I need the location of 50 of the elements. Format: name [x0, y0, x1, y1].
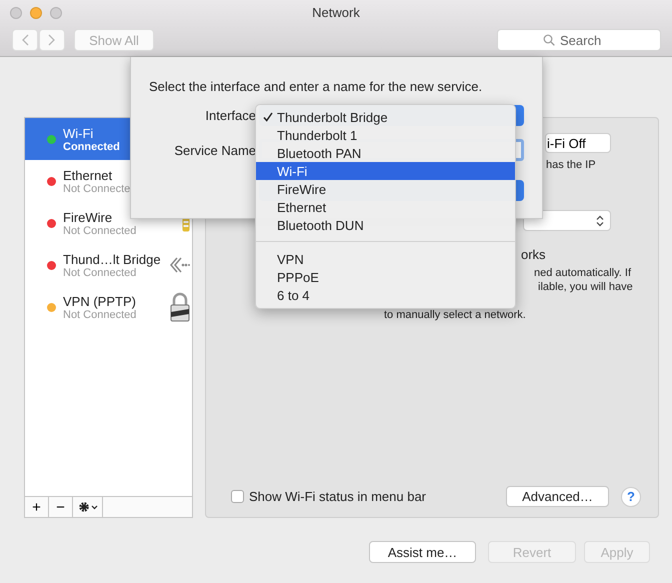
- gear-icon: [78, 501, 98, 513]
- wifi-off-button[interactable]: i-Fi Off: [545, 133, 611, 153]
- service-status: Not Connected: [63, 308, 136, 320]
- service-name: FireWire: [63, 210, 114, 224]
- sheet-prompt: Select the interface and enter a name for the new service.: [148, 78, 484, 94]
- menu-item[interactable]: Thunderbolt 1: [256, 126, 515, 144]
- menu-item[interactable]: FireWire: [256, 180, 515, 198]
- footer-button[interactable]: Assist me…: [369, 541, 476, 563]
- forward-button[interactable]: [39, 29, 65, 51]
- menu-item[interactable]: 6 to 4: [256, 286, 515, 304]
- service-item[interactable]: Thund…lt Bridge Not Connected: [25, 244, 192, 286]
- search-icon: [543, 34, 555, 46]
- chevrons-icon: [596, 214, 604, 226]
- network-popup[interactable]: [523, 210, 611, 231]
- lock-icon: [170, 292, 190, 322]
- minimize-button[interactable]: [30, 7, 42, 19]
- checkbox[interactable]: [231, 490, 244, 503]
- chevron-left-icon: [21, 34, 29, 46]
- service-name: VPN (PPTP): [63, 294, 136, 308]
- advanced-button[interactable]: Advanced…: [506, 486, 609, 507]
- checkmark-icon: [262, 112, 272, 122]
- menu-item[interactable]: Wi-Fi: [256, 162, 515, 180]
- service-status: Not Connected: [63, 224, 136, 236]
- arrows-icon: [170, 256, 190, 274]
- service-name: Wi-Fi: [63, 126, 94, 140]
- menu-item[interactable]: Ethernet: [256, 198, 515, 216]
- note-text: ned automatically. If: [534, 266, 632, 280]
- service-status: Not Connected: [63, 266, 136, 278]
- menu-item[interactable]: Bluetooth PAN: [256, 144, 515, 162]
- close-button[interactable]: [10, 7, 22, 19]
- service-item[interactable]: VPN (PPTP) Not Connected: [25, 286, 192, 328]
- service-name: Ethernet: [63, 168, 114, 182]
- service-name: Thund…lt Bridge: [63, 252, 161, 266]
- menu-item[interactable]: PPPoE: [256, 268, 515, 286]
- menu-item[interactable]: VPN: [256, 250, 515, 268]
- back-button[interactable]: [12, 29, 38, 51]
- chevron-right-icon: [48, 34, 56, 46]
- zoom-button[interactable]: [50, 7, 62, 19]
- service-status: Not Connecte: [63, 182, 130, 194]
- note-text: to manually select a network.: [384, 308, 526, 322]
- status-text: has the IP: [546, 159, 596, 171]
- option-heading: orks: [521, 247, 546, 262]
- service-status: Connected: [63, 140, 120, 152]
- note-text: ilable, you will have: [538, 280, 633, 294]
- window-title: Network: [312, 4, 360, 20]
- menu-item[interactable]: Thunderbolt Bridge: [256, 108, 515, 126]
- help-button[interactable]: ?: [621, 486, 641, 506]
- menu-item[interactable]: Bluetooth DUN: [256, 216, 515, 234]
- interface-label: Interface: [204, 108, 256, 123]
- search-field[interactable]: Search: [497, 29, 661, 51]
